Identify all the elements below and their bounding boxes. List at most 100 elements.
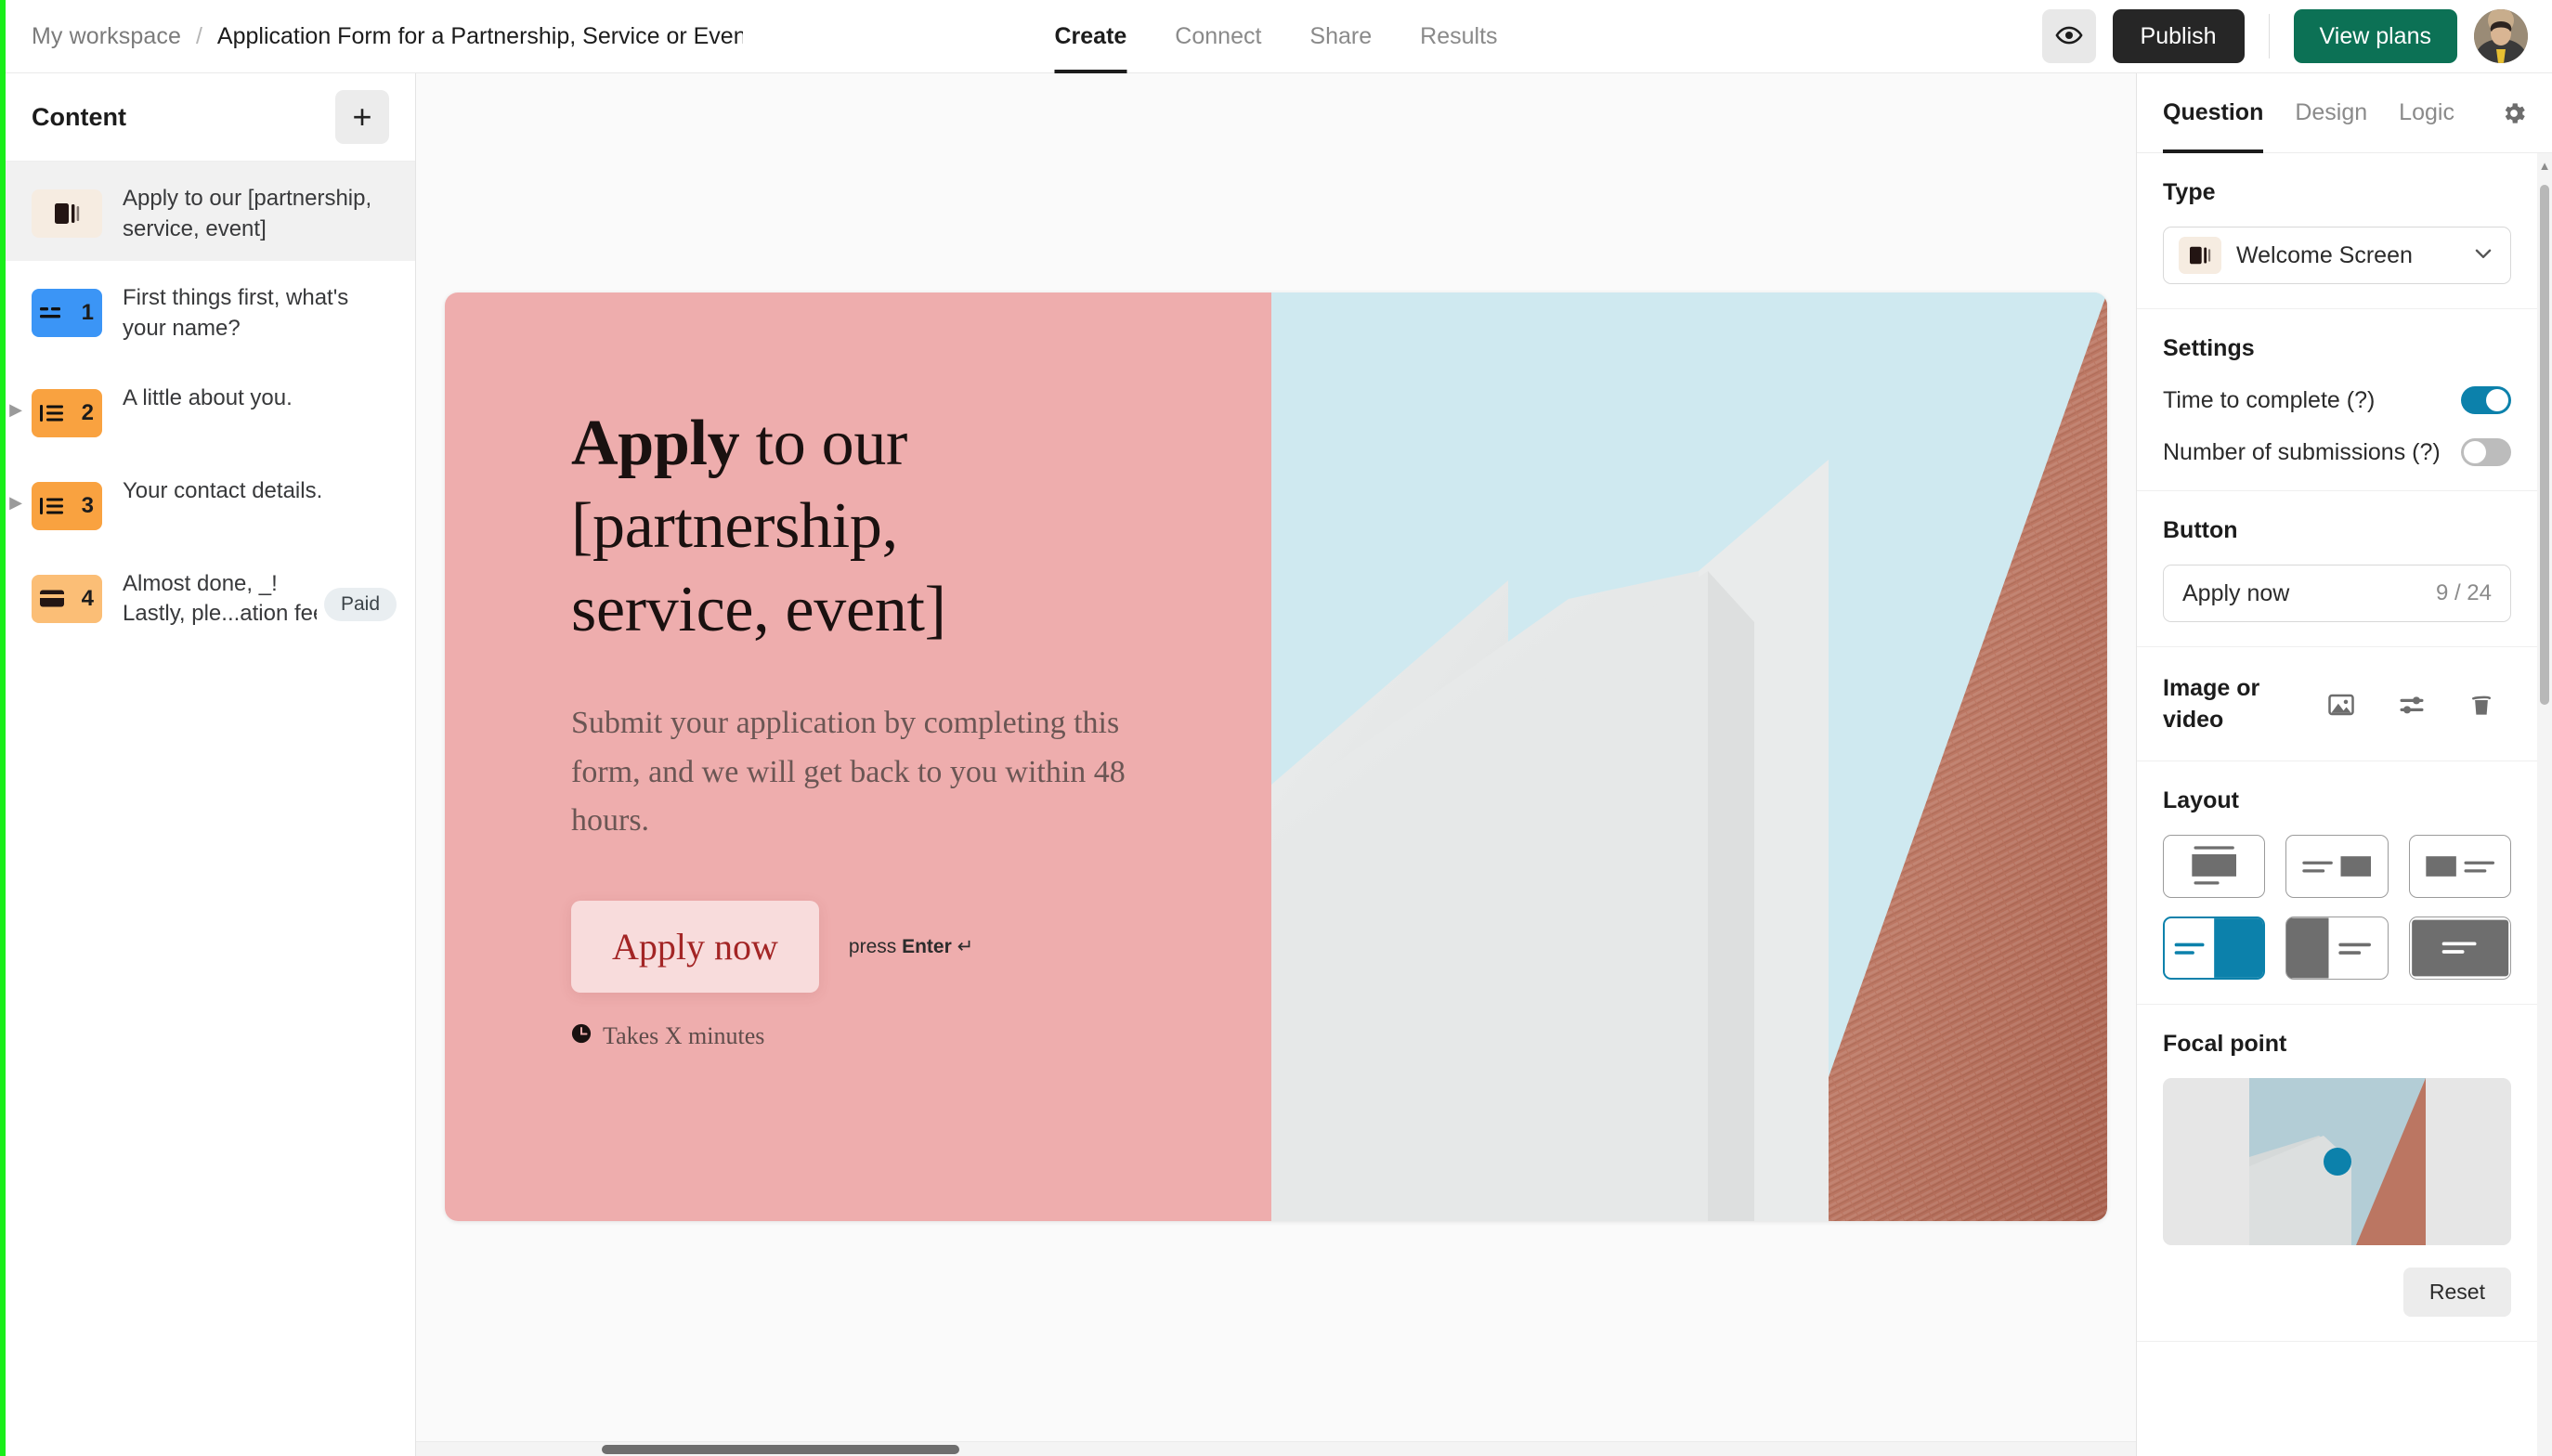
architecture-photo (1271, 292, 2107, 1221)
tab-results[interactable]: Results (1420, 0, 1497, 73)
image-or-video-row: Image or video (2163, 673, 2511, 736)
list-item-label: First things first, what's your name? (102, 278, 397, 344)
preview-button[interactable] (2041, 9, 2096, 63)
app-root: My workspace / Application Form for a Pa… (0, 0, 2552, 1456)
question-type-value: Welcome Screen (2236, 241, 2413, 268)
list-item-number: 4 (81, 585, 94, 611)
settings-section: Settings Time to complete (?) Number of … (2137, 309, 2537, 491)
scrollbar-thumb[interactable] (2540, 185, 2549, 705)
reset-button[interactable]: Reset (2402, 1267, 2511, 1317)
list-item-question-1[interactable]: 1 First things first, what's your name? (0, 261, 415, 360)
list-item-question-3[interactable]: ▶ 3 Your contact details. (0, 454, 415, 547)
tab-question[interactable]: Question (2163, 73, 2264, 153)
image-or-video-label: Image or video (2163, 673, 2300, 736)
tab-design[interactable]: Design (2295, 73, 2367, 153)
chevron-down-icon (2471, 241, 2495, 270)
tab-logic[interactable]: Logic (2399, 73, 2454, 153)
button-label: Button (2163, 517, 2238, 543)
list-item-label: A little about you. (102, 378, 397, 414)
focal-point-label: Focal point (2163, 1030, 2287, 1057)
list-item-welcome-screen[interactable]: Apply to our [partnership, service, even… (0, 162, 415, 262)
question-group-icon: 3 (32, 481, 102, 530)
focal-point-marker[interactable] (2323, 1147, 2351, 1176)
breadcrumb-workspace[interactable]: My workspace (32, 23, 181, 50)
preview-subtext: Submit your application by completing th… (571, 706, 1126, 838)
image-or-video-label-line1: Image or (2163, 675, 2260, 701)
add-content-button[interactable]: + (335, 90, 389, 144)
toolbar-divider (2268, 14, 2270, 58)
publish-button[interactable]: Publish (2112, 9, 2245, 63)
setting-label: Number of submissions (?) (2163, 438, 2441, 465)
scrollbar-thumb[interactable] (602, 1445, 959, 1454)
list-item-number: 3 (81, 492, 94, 518)
layout-section: Layout (2137, 761, 2537, 1005)
type-label: Type (2163, 179, 2216, 205)
layout-option-stacked-center[interactable] (2163, 834, 2266, 898)
layout-options-grid (2163, 834, 2511, 980)
view-plans-button[interactable]: View plans (2293, 9, 2457, 63)
list-item-line1: Almost done, _! (123, 570, 278, 596)
layout-option-image-left-text-right-small[interactable] (2408, 834, 2511, 898)
focal-point-picker[interactable] (2163, 1077, 2511, 1245)
question-type-select[interactable]: Welcome Screen (2163, 227, 2511, 284)
image-or-video-label-line2: video (2163, 706, 2224, 733)
list-item-line1: First things first, what's (123, 285, 349, 311)
list-item-question-4[interactable]: 4 Almost done, _! Lastly, ple...ation fe… (0, 547, 415, 646)
focal-point-reset-row: Reset (2163, 1267, 2511, 1317)
breadcrumb: My workspace / Application Form for a Pa… (0, 23, 743, 50)
button-section: Button Apply now 9 / 24 (2137, 491, 2537, 647)
type-section: Type Welcome Screen (2137, 153, 2537, 309)
question-settings-panel: Question Design Logic Type Welcome Scree… (2136, 73, 2552, 1456)
list-item-line2: service, event] (123, 215, 267, 241)
trash-icon[interactable] (2467, 691, 2495, 719)
avatar[interactable] (2474, 9, 2528, 63)
breadcrumb-form-title[interactable]: Application Form for a Partnership, Serv… (217, 23, 743, 50)
panel-vertical-scrollbar[interactable]: ▲ (2537, 153, 2552, 1456)
image-icon[interactable] (2326, 691, 2356, 719)
number-of-submissions-toggle[interactable] (2461, 438, 2511, 466)
gear-icon[interactable] (2500, 99, 2528, 127)
short-text-icon: 1 (32, 289, 102, 338)
clock-icon (571, 1022, 592, 1050)
adjust-sliders-icon[interactable] (2397, 691, 2427, 719)
status-badge-paid: Paid (323, 587, 397, 621)
tab-share[interactable]: Share (1309, 0, 1372, 73)
list-item-question-2[interactable]: ▶ 2 A little about you. (0, 361, 415, 454)
sidebar-title: Content (32, 102, 126, 131)
main-nav-tabs: Create Connect Share Results (1054, 0, 1498, 73)
layout-option-image-fullscreen-overlay[interactable] (2408, 916, 2511, 980)
press-enter-key: Enter (902, 936, 952, 958)
payment-card-icon: 4 (32, 574, 102, 623)
layout-option-text-left-image-right-full[interactable] (2163, 916, 2266, 980)
content-list: Apply to our [partnership, service, even… (0, 162, 415, 1456)
list-item-line1: Your contact details. (123, 477, 323, 503)
panel-tabs: Question Design Logic (2137, 73, 2552, 153)
tab-create[interactable]: Create (1054, 0, 1126, 73)
list-item-label: Your contact details. (102, 471, 397, 507)
button-text-value: Apply now (2182, 579, 2290, 606)
welcome-screen-icon (32, 189, 102, 238)
toggle-knob (2464, 441, 2486, 463)
layout-option-image-left-full-text-right[interactable] (2285, 916, 2389, 980)
button-text-input[interactable]: Apply now 9 / 24 (2163, 565, 2511, 622)
toggle-knob (2486, 389, 2508, 411)
tab-connect[interactable]: Connect (1175, 0, 1261, 73)
question-group-icon: 2 (32, 388, 102, 437)
apply-now-button[interactable]: Apply now (571, 901, 819, 994)
character-counter: 9 / 24 (2435, 580, 2492, 605)
preview-text-pane: Apply to our [partnership, service, even… (445, 292, 1271, 1221)
list-item-number: 1 (81, 300, 94, 326)
image-or-video-section: Image or video (2137, 647, 2537, 761)
preview-image-pane (1271, 292, 2107, 1221)
time-to-complete-toggle[interactable] (2461, 386, 2511, 414)
sidebar-header: Content + (0, 73, 415, 162)
scroll-up-arrow-icon[interactable]: ▲ (2537, 155, 2552, 176)
canvas-horizontal-scrollbar[interactable] (416, 1441, 2136, 1456)
content-sidebar: Content + Apply to our [partnership, ser… (0, 73, 416, 1456)
time-to-complete-hint: Takes X minutes (571, 1022, 1271, 1050)
focal-point-image (2248, 1077, 2426, 1245)
list-item-number: 2 (81, 399, 94, 425)
focal-point-section: Focal point Reset (2137, 1005, 2537, 1342)
image-or-video-actions (2326, 691, 2495, 719)
layout-option-text-left-image-right-small[interactable] (2285, 834, 2389, 898)
